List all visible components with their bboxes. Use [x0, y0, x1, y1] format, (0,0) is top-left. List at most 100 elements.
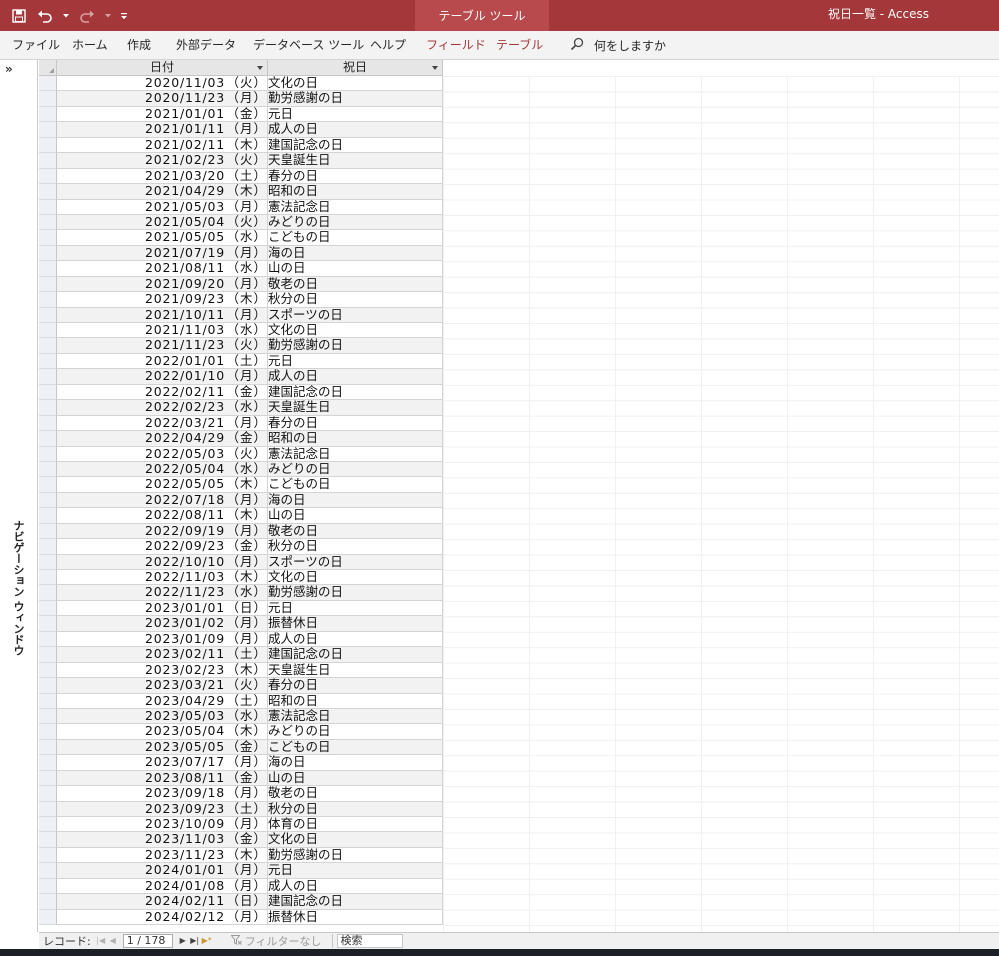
holiday-cell[interactable]: こどもの日: [268, 739, 443, 756]
holiday-cell[interactable]: 海の日: [268, 755, 443, 771]
record-selector[interactable]: [39, 863, 57, 879]
table-row[interactable]: 2021/05/04（火） みどりの日: [39, 214, 443, 231]
date-cell[interactable]: 2024/02/11（日）: [57, 894, 268, 910]
date-cell[interactable]: 2023/10/09（月）: [57, 817, 268, 833]
table-row[interactable]: 2023/09/18（月） 敬老の日: [39, 786, 443, 802]
record-selector[interactable]: [39, 894, 57, 910]
table-row[interactable]: 2022/05/04（水） みどりの日: [39, 461, 443, 478]
record-selector[interactable]: [39, 276, 57, 293]
record-selector[interactable]: [39, 832, 57, 848]
table-row[interactable]: 2022/09/23（金） 秋分の日: [39, 539, 443, 555]
table-row[interactable]: 2021/11/03（水） 文化の日: [39, 323, 443, 339]
date-cell[interactable]: 2024/02/12（月）: [57, 909, 268, 926]
table-row[interactable]: 2023/04/29（土） 昭和の日: [39, 693, 443, 709]
record-selector[interactable]: [39, 539, 57, 555]
date-cell[interactable]: 2022/08/11（木）: [57, 508, 268, 524]
holiday-cell[interactable]: 敬老の日: [268, 786, 443, 802]
table-row[interactable]: 2023/11/23（木） 勤労感謝の日: [39, 847, 443, 864]
date-cell[interactable]: 2022/09/23（金）: [57, 539, 268, 555]
date-cell[interactable]: 2024/01/08（月）: [57, 878, 268, 895]
date-cell[interactable]: 2022/05/04（水）: [57, 461, 268, 478]
tab-create[interactable]: 作成: [127, 31, 151, 59]
table-row[interactable]: 2022/08/11（木） 山の日: [39, 508, 443, 524]
table-row[interactable]: 2024/02/11（日） 建国記念の日: [39, 894, 443, 910]
table-row[interactable]: 2023/02/11（土） 建国記念の日: [39, 647, 443, 663]
record-selector[interactable]: [39, 570, 57, 586]
record-selector[interactable]: [39, 616, 57, 632]
filter-status[interactable]: フィルターなし: [230, 934, 333, 948]
holiday-cell[interactable]: 山の日: [268, 508, 443, 524]
record-selector[interactable]: [39, 724, 57, 740]
tab-file[interactable]: ファイル: [12, 31, 60, 59]
table-row[interactable]: 2023/01/09（月） 成人の日: [39, 631, 443, 648]
table-row[interactable]: 2020/11/23（月） 勤労感謝の日: [39, 91, 443, 107]
holiday-cell[interactable]: こどもの日: [268, 477, 443, 493]
table-row[interactable]: 2023/02/23（木） 天皇誕生日: [39, 662, 443, 679]
holiday-cell[interactable]: 天皇誕生日: [268, 662, 443, 679]
table-row[interactable]: 2021/01/01（金） 元日: [39, 106, 443, 123]
date-cell[interactable]: 2022/11/23（水）: [57, 585, 268, 601]
record-selector[interactable]: [39, 415, 57, 432]
holiday-cell[interactable]: 勤労感謝の日: [268, 91, 443, 107]
date-cell[interactable]: 2023/07/17（月）: [57, 755, 268, 771]
table-row[interactable]: 2021/10/11（月） スポーツの日: [39, 307, 443, 323]
undo-dropdown-icon[interactable]: [60, 5, 72, 27]
record-selector[interactable]: [39, 214, 57, 231]
record-selector[interactable]: [39, 461, 57, 478]
record-selector[interactable]: [39, 477, 57, 493]
date-cell[interactable]: 2022/02/23（水）: [57, 400, 268, 416]
select-all-corner[interactable]: [39, 60, 57, 76]
holiday-cell[interactable]: 文化の日: [268, 76, 443, 92]
holiday-cell[interactable]: みどりの日: [268, 214, 443, 231]
holiday-cell[interactable]: 秋分の日: [268, 801, 443, 817]
record-selector[interactable]: [39, 184, 57, 200]
date-cell[interactable]: 2021/10/11（月）: [57, 307, 268, 323]
date-cell[interactable]: 2023/05/05（金）: [57, 739, 268, 756]
table-row[interactable]: 2023/01/01（日） 元日: [39, 600, 443, 617]
record-selector[interactable]: [39, 739, 57, 756]
record-selector[interactable]: [39, 786, 57, 802]
holiday-cell[interactable]: 勤労感謝の日: [268, 585, 443, 601]
table-row[interactable]: 2023/10/09（月） 体育の日: [39, 817, 443, 833]
tab-external-data[interactable]: 外部データ: [176, 31, 236, 59]
table-row[interactable]: 2021/02/11（木） 建国記念の日: [39, 137, 443, 154]
holiday-cell[interactable]: 山の日: [268, 261, 443, 277]
date-cell[interactable]: 2022/01/10（月）: [57, 369, 268, 385]
holiday-cell[interactable]: 建国記念の日: [268, 894, 443, 910]
record-selector[interactable]: [39, 492, 57, 509]
holiday-cell[interactable]: 建国記念の日: [268, 137, 443, 154]
table-row[interactable]: 2022/07/18（月） 海の日: [39, 492, 443, 509]
record-selector[interactable]: [39, 199, 57, 215]
holiday-cell[interactable]: こどもの日: [268, 230, 443, 246]
holiday-cell[interactable]: 振替休日: [268, 909, 443, 926]
holiday-cell[interactable]: 建国記念の日: [268, 647, 443, 663]
holiday-cell[interactable]: 天皇誕生日: [268, 153, 443, 169]
holiday-cell[interactable]: 文化の日: [268, 570, 443, 586]
date-cell[interactable]: 2021/03/20（土）: [57, 168, 268, 185]
table-row[interactable]: 2023/09/23（土） 秋分の日: [39, 801, 443, 817]
record-selector[interactable]: [39, 137, 57, 154]
holiday-cell[interactable]: 勤労感謝の日: [268, 338, 443, 354]
holiday-cell[interactable]: 昭和の日: [268, 431, 443, 447]
date-cell[interactable]: 2023/01/09（月）: [57, 631, 268, 648]
save-icon[interactable]: [8, 5, 30, 27]
table-row[interactable]: 2023/05/03（水） 憲法記念日: [39, 708, 443, 725]
record-selector[interactable]: [39, 446, 57, 462]
record-selector[interactable]: [39, 338, 57, 354]
table-row[interactable]: 2022/02/23（水） 天皇誕生日: [39, 400, 443, 416]
table-row[interactable]: 2023/01/02（月） 振替休日: [39, 616, 443, 632]
record-selector[interactable]: [39, 76, 57, 92]
record-selector[interactable]: [39, 323, 57, 339]
date-cell[interactable]: 2021/09/20（月）: [57, 276, 268, 293]
record-selector[interactable]: [39, 755, 57, 771]
record-selector[interactable]: [39, 431, 57, 447]
date-cell[interactable]: 2023/08/11（金）: [57, 770, 268, 787]
holiday-cell[interactable]: 元日: [268, 600, 443, 617]
holiday-cell[interactable]: 昭和の日: [268, 693, 443, 709]
table-row[interactable]: 2024/02/12（月） 振替休日: [39, 909, 443, 926]
holiday-cell[interactable]: みどりの日: [268, 461, 443, 478]
table-row[interactable]: 2022/02/11（金） 建国記念の日: [39, 384, 443, 401]
column-header-holiday[interactable]: 祝日: [268, 60, 443, 76]
record-selector[interactable]: [39, 847, 57, 864]
holiday-cell[interactable]: 文化の日: [268, 323, 443, 339]
